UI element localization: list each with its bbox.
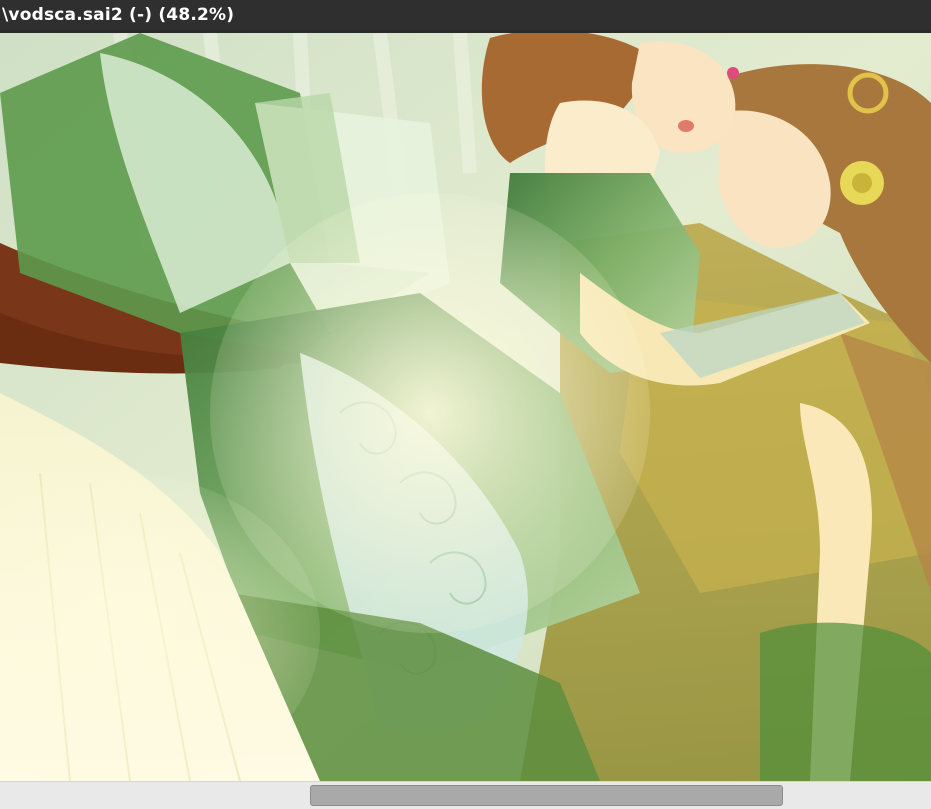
app-window: \vodsca.sai2 (-) (48.2%) (0, 0, 931, 809)
horizontal-scrollbar-thumb[interactable] (310, 785, 783, 806)
canvas-artwork (0, 33, 931, 781)
window-title: \vodsca.sai2 (-) (48.2%) (2, 5, 235, 25)
canvas-viewport[interactable] (0, 33, 931, 781)
horizontal-scrollbar[interactable] (0, 781, 931, 809)
title-bar[interactable]: \vodsca.sai2 (-) (48.2%) (0, 0, 931, 30)
